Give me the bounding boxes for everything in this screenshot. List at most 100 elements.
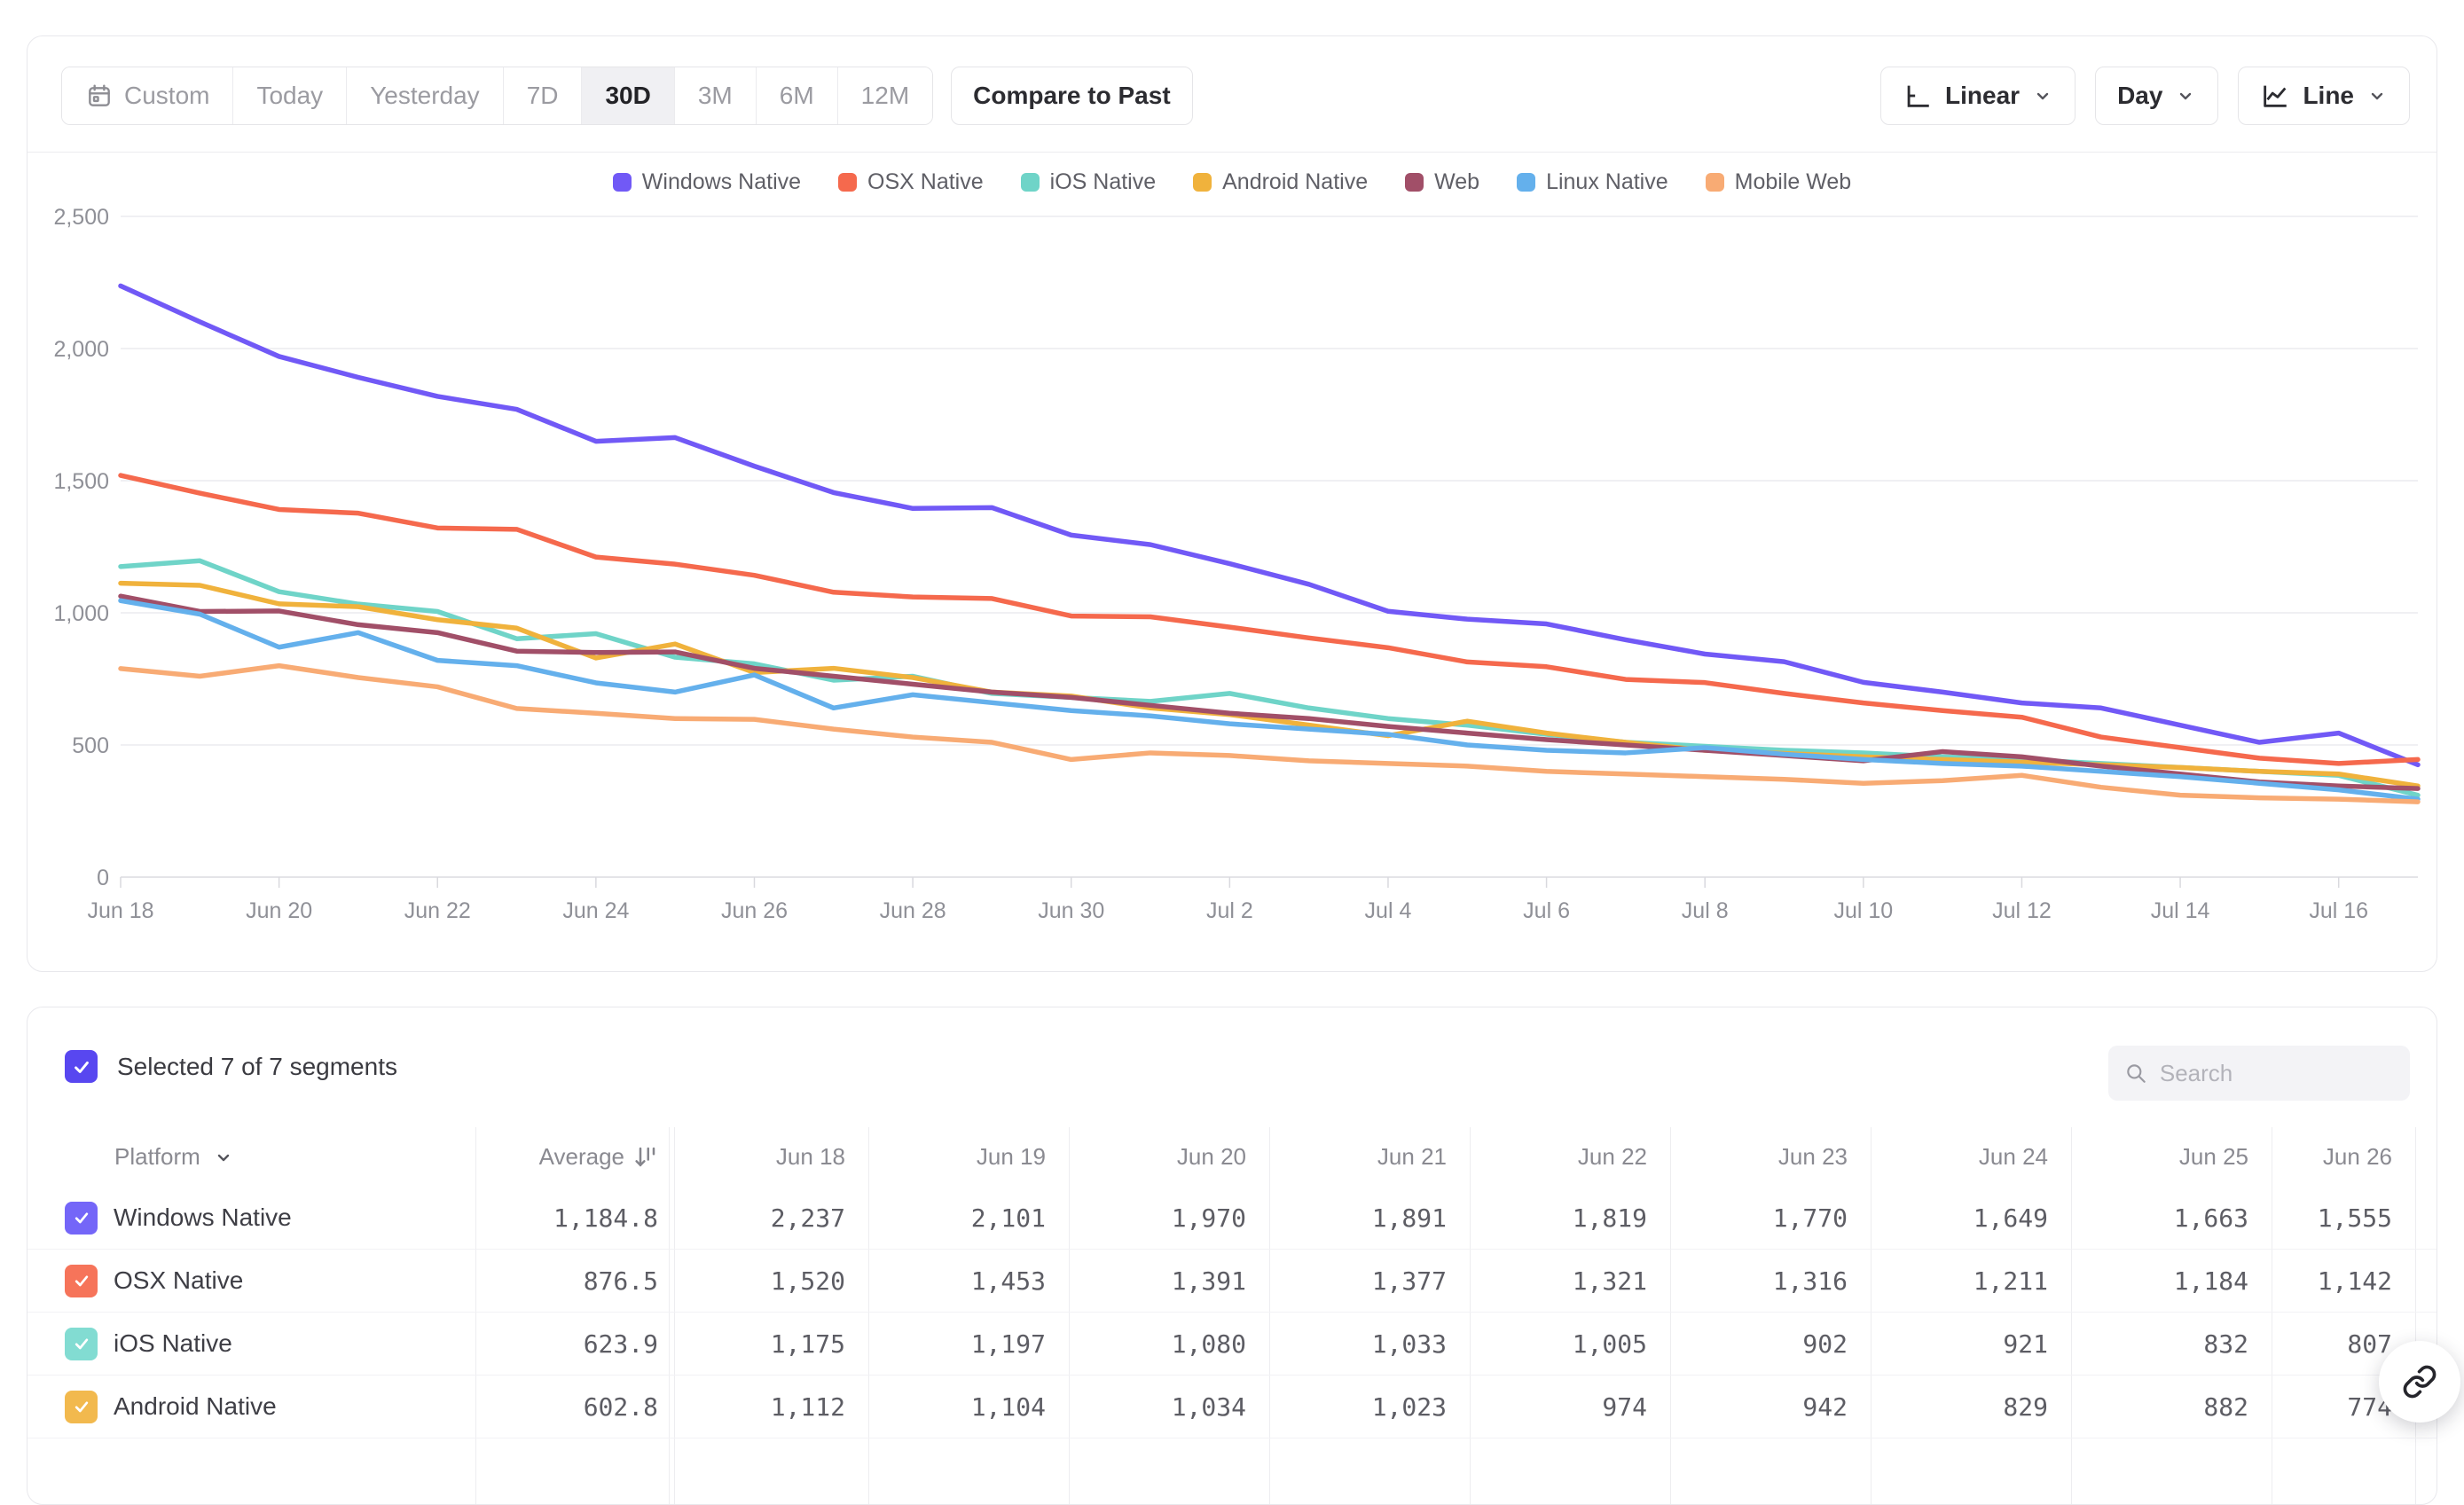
- date-column-header[interactable]: Jun 24: [1871, 1143, 2071, 1171]
- x-axis-label: Jun 28: [880, 898, 946, 923]
- date-column-header[interactable]: Jun 26: [2272, 1143, 2415, 1171]
- value-cell: 1,321: [1470, 1266, 1670, 1296]
- segments-table-card: Selected 7 of 7 segments Platform Average…: [27, 1007, 2437, 1505]
- average-header-label: Average: [539, 1143, 624, 1171]
- platform-header-label: Platform: [114, 1143, 200, 1171]
- average-cell: 623.9: [475, 1329, 669, 1359]
- range-button-6m[interactable]: 6M: [756, 67, 837, 124]
- line-chart[interactable]: 05001,0001,5002,0002,500Jun 18Jun 20Jun …: [27, 152, 2437, 971]
- range-label: 12M: [861, 82, 909, 110]
- range-label: 6M: [780, 82, 814, 110]
- day-dropdown[interactable]: Day: [2095, 67, 2218, 125]
- dropdown-label: Line: [2303, 82, 2354, 110]
- value-cell: 882: [2071, 1392, 2272, 1422]
- value-cell: 1,112: [674, 1392, 868, 1422]
- row-checkbox[interactable]: [65, 1202, 98, 1235]
- date-column-header[interactable]: Jun 19: [868, 1143, 1069, 1171]
- chevron-down-icon: [2032, 85, 2053, 106]
- date-column-header[interactable]: Jun 20: [1069, 1143, 1269, 1171]
- y-axis-label: 2,500: [53, 205, 109, 230]
- range-button-custom[interactable]: Custom: [62, 67, 232, 124]
- average-column-header[interactable]: Average: [475, 1143, 669, 1171]
- value-cell: 1,080: [1069, 1329, 1269, 1359]
- range-button-7d[interactable]: 7D: [503, 67, 582, 124]
- value-cell: 1,663: [2071, 1203, 2272, 1233]
- date-column-header[interactable]: Jun 23: [1670, 1143, 1871, 1171]
- row-checkbox[interactable]: [65, 1328, 98, 1360]
- range-label: 7D: [527, 82, 559, 110]
- range-label: Today: [256, 82, 323, 110]
- linear-dropdown[interactable]: Linear: [1880, 67, 2076, 125]
- chevron-down-icon: [2366, 85, 2388, 106]
- table-header-row: PlatformAverageJun 18Jun 19Jun 20Jun 21J…: [27, 1127, 2437, 1187]
- range-label: Custom: [124, 82, 209, 110]
- date-column-header[interactable]: Jun 25: [2071, 1143, 2272, 1171]
- value-cell: 1,023: [1269, 1392, 1470, 1422]
- table-row-ios-native: iOS Native623.91,1751,1971,0801,0331,005…: [27, 1313, 2437, 1376]
- average-cell: 602.8: [475, 1392, 669, 1422]
- x-axis-label: Jul 2: [1206, 898, 1253, 923]
- value-cell: 1,034: [1069, 1392, 1269, 1422]
- value-cell: 1,555: [2272, 1203, 2415, 1233]
- platform-column-header[interactable]: Platform: [27, 1143, 475, 1171]
- series-line-mobile-web[interactable]: [121, 666, 2418, 802]
- x-axis-label: Jul 4: [1365, 898, 1412, 923]
- share-link-button[interactable]: [2379, 1341, 2460, 1423]
- value-cell: 1,184: [2071, 1266, 2272, 1296]
- value-cell: 1,891: [1269, 1203, 1470, 1233]
- value-cell: 1,175: [674, 1329, 868, 1359]
- search-icon: [2124, 1060, 2147, 1086]
- date-range-segmented-control: Custom Today Yesterday 7D 30D 3M 6M 12M: [61, 67, 933, 125]
- platform-name: iOS Native: [114, 1329, 232, 1358]
- platform-name: OSX Native: [114, 1266, 243, 1295]
- compare-to-past-button[interactable]: Compare to Past: [951, 67, 1193, 125]
- row-checkbox[interactable]: [65, 1265, 98, 1297]
- x-axis-label: Jun 22: [404, 898, 471, 923]
- line-chart-icon: [2260, 81, 2290, 111]
- value-cell: 1,377: [1269, 1266, 1470, 1296]
- row-checkbox[interactable]: [65, 1391, 98, 1423]
- value-cell: 1,005: [1470, 1329, 1670, 1359]
- value-cell: 1,142: [2272, 1266, 2415, 1296]
- table-row-osx-native: OSX Native876.51,5201,4531,3911,3771,321…: [27, 1250, 2437, 1313]
- chart-display-controls: Linear Day Line: [1880, 67, 2410, 125]
- value-cell: 1,391: [1069, 1266, 1269, 1296]
- dropdown-label: Linear: [1945, 82, 2020, 110]
- select-all-checkbox[interactable]: [65, 1050, 98, 1083]
- x-axis-label: Jun 26: [721, 898, 788, 923]
- value-cell: 1,970: [1069, 1203, 1269, 1233]
- series-line-android-native[interactable]: [121, 584, 2418, 787]
- range-label: Yesterday: [370, 82, 480, 110]
- average-cell: 1,184.8: [475, 1203, 669, 1233]
- range-label: 3M: [698, 82, 733, 110]
- range-button-3m[interactable]: 3M: [674, 67, 756, 124]
- value-cell: 832: [2071, 1329, 2272, 1359]
- chart-toolbar: Custom Today Yesterday 7D 30D 3M 6M 12M Compare…: [61, 67, 2410, 125]
- range-button-30d[interactable]: 30D: [581, 67, 673, 124]
- date-column-header[interactable]: Jun 21: [1269, 1143, 1470, 1171]
- x-axis-label: Jul 16: [2309, 898, 2368, 923]
- check-icon: [73, 1272, 90, 1289]
- x-axis-label: Jul 12: [1992, 898, 2052, 923]
- x-axis-label: Jun 20: [246, 898, 312, 923]
- chevron-down-icon: [213, 1147, 234, 1168]
- axis-icon: [1903, 81, 1933, 111]
- date-column-header[interactable]: Jun 22: [1470, 1143, 1670, 1171]
- range-button-yesterday[interactable]: Yesterday: [346, 67, 503, 124]
- value-cell: 1,649: [1871, 1203, 2071, 1233]
- date-column-header[interactable]: Jun 18: [674, 1143, 868, 1171]
- table-row-android-native: Android Native602.81,1121,1041,0341,0239…: [27, 1376, 2437, 1438]
- line-dropdown[interactable]: Line: [2238, 67, 2410, 125]
- calendar-icon: [85, 82, 114, 110]
- compare-to-past-label: Compare to Past: [973, 82, 1171, 110]
- range-button-today[interactable]: Today: [232, 67, 346, 124]
- y-axis-label: 500: [72, 733, 109, 758]
- range-button-12m[interactable]: 12M: [837, 67, 932, 124]
- platform-cell: OSX Native: [27, 1265, 475, 1297]
- check-icon: [72, 1057, 91, 1077]
- value-cell: 1,770: [1670, 1203, 1871, 1233]
- segments-selection-row: Selected 7 of 7 segments: [65, 1050, 397, 1083]
- search-input[interactable]: [2158, 1059, 2394, 1088]
- segment-search-box: [2108, 1046, 2410, 1101]
- x-axis-label: Jun 24: [562, 898, 629, 923]
